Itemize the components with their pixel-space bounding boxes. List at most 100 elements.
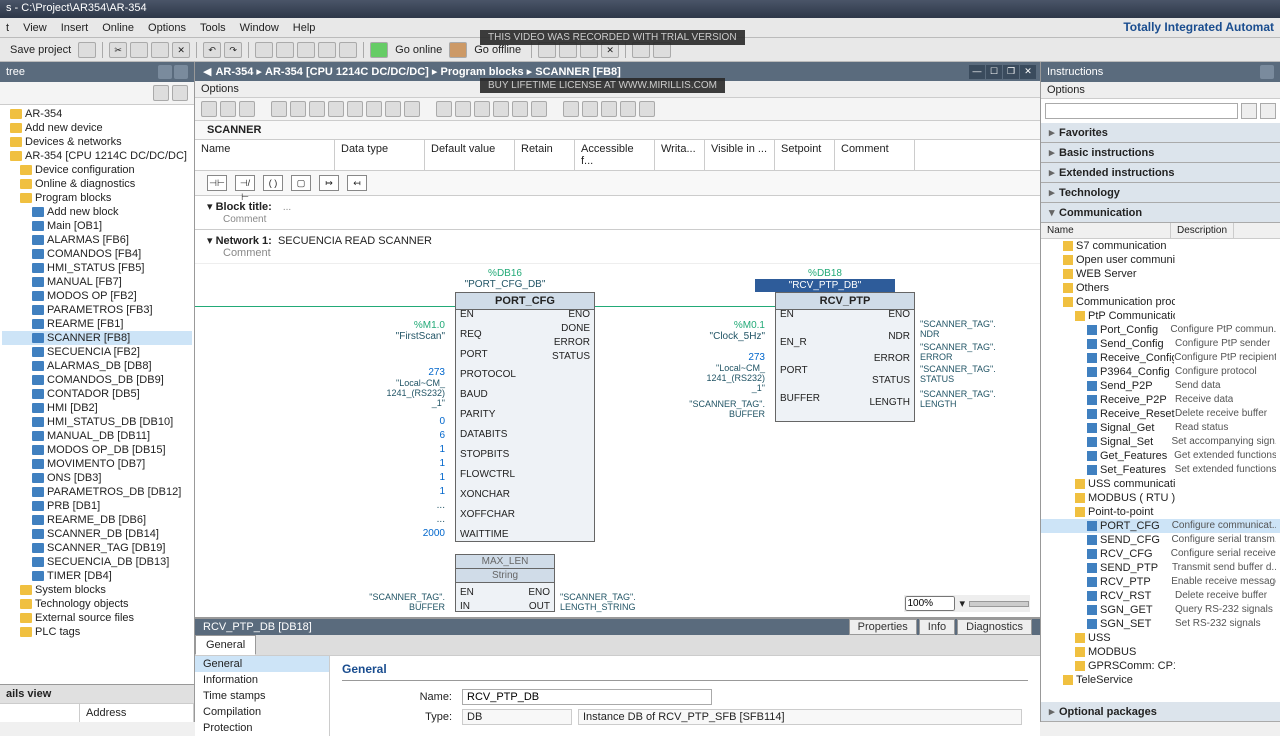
tree-item[interactable]: HMI [DB2] [2,401,192,415]
tree-item[interactable]: SCANNER_DB [DB14] [2,527,192,541]
block-title-row[interactable]: ▾ Block title: ... Comment [195,196,1040,230]
branch-close-icon[interactable]: ↤ [347,175,367,191]
delete-icon[interactable]: ✕ [172,42,190,58]
restore-icon[interactable]: ❐ [1003,65,1019,79]
instr-item[interactable]: Others [1041,281,1280,295]
instr-item[interactable]: Open user communicati... [1041,253,1280,267]
tb2-icon[interactable] [276,42,294,58]
instr-item[interactable]: RCV_RSTDelete receive buffer [1041,589,1280,603]
tree-item[interactable]: HMI_STATUS [FB5] [2,261,192,275]
instr-section[interactable]: ▾Communication [1041,203,1280,223]
et4-icon[interactable] [271,101,287,117]
tree-item[interactable]: SCANNER_TAG [DB19] [2,541,192,555]
instr-item[interactable]: SGN_SETSet RS-232 signals [1041,617,1280,631]
instr-item[interactable]: MODBUS [1041,645,1280,659]
et2-icon[interactable] [220,101,236,117]
close-icon[interactable] [174,65,188,79]
et9-icon[interactable] [366,101,382,117]
et18-icon[interactable] [563,101,579,117]
crumb-nav-left-icon[interactable]: ◀ [203,65,211,78]
collapse-icon[interactable] [158,65,172,79]
cut-icon[interactable]: ✂ [109,42,127,58]
et14-icon[interactable] [474,101,490,117]
instr-section[interactable]: ▸Technology [1041,183,1280,203]
fb-port-cfg[interactable]: PORT_CFG ENREQPORTPROTOCOLBAUDPARITYDATA… [455,292,595,542]
search-btn2-icon[interactable] [1260,103,1276,119]
instructions-options[interactable]: Options [1041,82,1280,99]
tree-item[interactable]: Main [OB1] [2,219,192,233]
instructions-search[interactable] [1045,103,1238,119]
tree-item[interactable]: MODOS OP_DB [DB15] [2,443,192,457]
instr-item[interactable]: PORT_CFGConfigure communicat... [1041,519,1280,533]
inspector-nav-item[interactable]: Time stamps [195,688,329,704]
tb3-icon[interactable] [297,42,315,58]
inspector-tab[interactable]: Diagnostics [957,619,1032,635]
et8-icon[interactable] [347,101,363,117]
inspector-tab[interactable]: Properties [849,619,917,635]
download-icon[interactable] [339,42,357,58]
instr-item[interactable]: USS communication [1041,477,1280,491]
et22-icon[interactable] [639,101,655,117]
zoom-control[interactable]: ▾ [904,595,1030,612]
instructions-tree[interactable]: S7 communicationOpen user communicati...… [1041,239,1280,702]
general-tab[interactable]: General [195,635,256,655]
menu-online[interactable]: Online [102,22,134,34]
et11-icon[interactable] [404,101,420,117]
instr-item[interactable]: Receive_ConfigConfigure PtP recipient [1041,351,1280,365]
branch-open-icon[interactable]: ↦ [319,175,339,191]
tree-item[interactable]: PARAMETROS_DB [DB12] [2,485,192,499]
compile-icon[interactable] [318,42,336,58]
go-offline-icon[interactable] [449,42,467,58]
inspector-nav-item[interactable]: Compilation [195,704,329,720]
inspector-nav-item[interactable]: General [195,656,329,672]
project-tree[interactable]: AR-354 Add new deviceDevices & networksA… [0,105,194,684]
ladder-canvas[interactable]: %DB16 "PORT_CFG_DB" PORT_CFG ENREQPORTPR… [195,264,1040,617]
et7-icon[interactable] [328,101,344,117]
box-icon[interactable]: ▢ [291,175,311,191]
et21-icon[interactable] [620,101,636,117]
instr-item[interactable]: Set_FeaturesSet extended functions [1041,463,1280,477]
instr-item[interactable]: RCV_CFGConfigure serial receive.. [1041,547,1280,561]
instr-item[interactable]: Receive_ResetDelete receive buffer [1041,407,1280,421]
fb-rcv-ptp[interactable]: RCV_PTP ENEN_RPORTBUFFERENONDRERRORSTATU… [775,292,915,422]
tree-item[interactable]: Add new block [2,205,192,219]
tree-item[interactable]: Online & diagnostics [2,177,192,191]
tree-item[interactable]: AR-354 [CPU 1214C DC/DC/DC] [2,149,192,163]
instr-item[interactable]: USS [1041,631,1280,645]
tree-item[interactable]: MOVIMENTO [DB7] [2,457,192,471]
tree-tool1-icon[interactable] [153,85,169,101]
menu-view[interactable]: View [23,22,47,34]
optional-packages[interactable]: ▸Optional packages [1041,702,1280,722]
inspector-tab[interactable]: Info [919,619,955,635]
et15-icon[interactable] [493,101,509,117]
tree-item[interactable]: REARME_DB [DB6] [2,513,192,527]
instr-item[interactable]: Send_ConfigConfigure PtP sender [1041,337,1280,351]
menu-options[interactable]: Options [148,22,186,34]
tb1-icon[interactable] [255,42,273,58]
close-editor-icon[interactable]: ✕ [1020,65,1036,79]
instr-item[interactable]: SEND_CFGConfigure serial transm.. [1041,533,1280,547]
search-btn1-icon[interactable] [1241,103,1257,119]
tree-item[interactable]: COMANDOS_DB [DB9] [2,373,192,387]
et16-icon[interactable] [512,101,528,117]
et19-icon[interactable] [582,101,598,117]
menu-help[interactable]: Help [293,22,316,34]
go-online-icon[interactable] [370,42,388,58]
instr-item[interactable]: SGN_GETQuery RS-232 signals [1041,603,1280,617]
instr-item[interactable]: SEND_PTPTransmit send buffer d... [1041,561,1280,575]
tree-item[interactable]: System blocks [2,583,192,597]
instr-item[interactable]: TeleService [1041,673,1280,687]
inspector-nav[interactable]: GeneralInformationTime stampsCompilation… [195,656,330,736]
contact-nc-icon[interactable]: ⊣/⊢ [235,175,255,191]
tree-item[interactable]: Devices & networks [2,135,192,149]
coil-icon[interactable]: ( ) [263,175,283,191]
instr-item[interactable]: Get_FeaturesGet extended functions [1041,449,1280,463]
et5-icon[interactable] [290,101,306,117]
instr-item[interactable]: WEB Server [1041,267,1280,281]
et20-icon[interactable] [601,101,617,117]
instr-item[interactable]: Receive_P2PReceive data [1041,393,1280,407]
r-collapse-icon[interactable] [1260,65,1274,79]
instr-item[interactable]: P3964_ConfigConfigure protocol [1041,365,1280,379]
tree-item[interactable]: PARAMETROS [FB3] [2,303,192,317]
contact-no-icon[interactable]: ⊣⊢ [207,175,227,191]
